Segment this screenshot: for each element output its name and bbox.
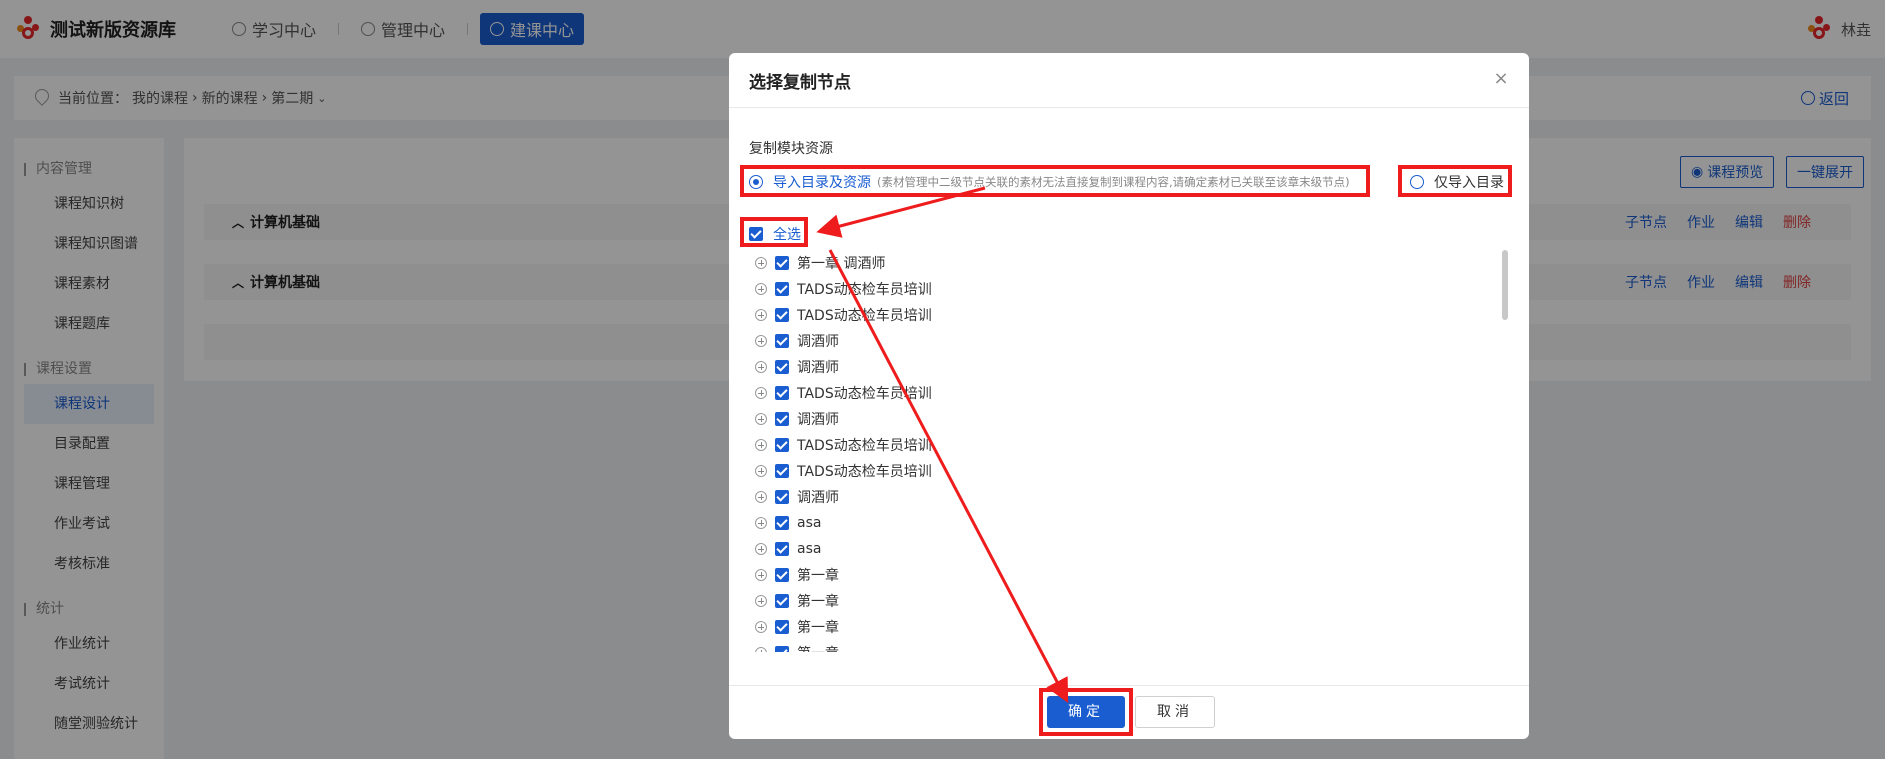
expand-circle-icon[interactable] xyxy=(755,413,767,425)
annotation-highlight-box xyxy=(740,217,808,247)
expand-circle-icon[interactable] xyxy=(755,361,767,373)
tree-node-label: asa xyxy=(797,541,822,557)
copy-node-dialog: 选择复制节点 × 复制模块资源 导入目录及资源 (素材管理中二级节点关联的素材无… xyxy=(729,53,1529,739)
tree-node[interactable]: 第一章 xyxy=(755,588,1495,614)
tree-node-label: 调酒师 xyxy=(797,334,839,350)
checkbox-checked[interactable] xyxy=(775,568,789,582)
tree-node-label: 调酒师 xyxy=(797,412,839,428)
checkbox-checked[interactable] xyxy=(775,360,789,374)
tree-scrollbar[interactable] xyxy=(1502,250,1508,320)
copy-module-resources-label: 复制模块资源 xyxy=(749,141,833,157)
expand-circle-icon[interactable] xyxy=(755,491,767,503)
checkbox-checked[interactable] xyxy=(775,464,789,478)
tree-node[interactable]: 第一章 xyxy=(755,562,1495,588)
expand-circle-icon[interactable] xyxy=(755,439,767,451)
tree-node[interactable]: 调酒师 xyxy=(755,354,1495,380)
checkbox-checked[interactable] xyxy=(775,542,789,556)
expand-circle-icon[interactable] xyxy=(755,621,767,633)
tree-node[interactable]: asa xyxy=(755,536,1495,562)
close-icon[interactable]: × xyxy=(1491,69,1511,89)
tree-node[interactable]: TADS动态检车员培训 xyxy=(755,432,1495,458)
tree-node[interactable]: TADS动态检车员培训 xyxy=(755,380,1495,406)
tree-node-label: TADS动态检车员培训 xyxy=(797,386,932,402)
expand-circle-icon[interactable] xyxy=(755,543,767,555)
expand-circle-icon[interactable] xyxy=(755,309,767,321)
checkbox-checked[interactable] xyxy=(775,308,789,322)
expand-circle-icon[interactable] xyxy=(755,387,767,399)
dialog-footer: 确定 取消 xyxy=(729,685,1529,739)
tree-node-label: 第一章 xyxy=(797,594,839,610)
dialog-title: 选择复制节点 xyxy=(749,72,851,93)
node-tree[interactable]: 第一章 调酒师 TADS动态检车员培训 TADS动态检车员培训 调酒师 调酒师 … xyxy=(755,250,1495,652)
tree-node-label: TADS动态检车员培训 xyxy=(797,464,932,480)
tree-node-label: 第一章 xyxy=(797,568,839,584)
tree-node[interactable]: 第一章 xyxy=(755,640,1495,652)
tree-node[interactable]: 调酒师 xyxy=(755,484,1495,510)
tree-node[interactable]: TADS动态检车员培训 xyxy=(755,302,1495,328)
checkbox-checked[interactable] xyxy=(775,256,789,270)
annotation-highlight-box xyxy=(1398,165,1512,197)
tree-node[interactable]: 第一章 xyxy=(755,614,1495,640)
expand-circle-icon[interactable] xyxy=(755,517,767,529)
expand-circle-icon[interactable] xyxy=(755,335,767,347)
tree-node[interactable]: TADS动态检车员培训 xyxy=(755,276,1495,302)
expand-circle-icon[interactable] xyxy=(755,647,767,652)
tree-node[interactable]: 第一章 调酒师 xyxy=(755,250,1495,276)
tree-node[interactable]: asa xyxy=(755,510,1495,536)
cancel-button[interactable]: 取消 xyxy=(1135,696,1215,728)
tree-node-label: TADS动态检车员培训 xyxy=(797,308,932,324)
checkbox-checked[interactable] xyxy=(775,334,789,348)
tree-node-label: 第一章 xyxy=(797,643,839,652)
tree-node-label: TADS动态检车员培训 xyxy=(797,282,932,298)
tree-node-label: 第一章 调酒师 xyxy=(797,256,886,272)
checkbox-checked[interactable] xyxy=(775,594,789,608)
dialog-header: 选择复制节点 xyxy=(729,53,1529,108)
annotation-highlight-box xyxy=(1039,688,1133,736)
checkbox-checked[interactable] xyxy=(775,282,789,296)
tree-node-label: 调酒师 xyxy=(797,490,839,506)
expand-circle-icon[interactable] xyxy=(755,569,767,581)
expand-circle-icon[interactable] xyxy=(755,257,767,269)
annotation-highlight-box xyxy=(740,165,1370,197)
tree-node-label: asa xyxy=(797,515,822,531)
checkbox-checked[interactable] xyxy=(775,412,789,426)
checkbox-checked[interactable] xyxy=(775,516,789,530)
expand-circle-icon[interactable] xyxy=(755,283,767,295)
tree-node-label: 调酒师 xyxy=(797,360,839,376)
expand-circle-icon[interactable] xyxy=(755,595,767,607)
tree-node[interactable]: 调酒师 xyxy=(755,406,1495,432)
tree-node-label: TADS动态检车员培训 xyxy=(797,438,932,454)
tree-node-label: 第一章 xyxy=(797,620,839,636)
tree-node[interactable]: TADS动态检车员培训 xyxy=(755,458,1495,484)
checkbox-checked[interactable] xyxy=(775,620,789,634)
tree-node[interactable]: 调酒师 xyxy=(755,328,1495,354)
checkbox-checked[interactable] xyxy=(775,386,789,400)
checkbox-checked[interactable] xyxy=(775,490,789,504)
expand-circle-icon[interactable] xyxy=(755,465,767,477)
checkbox-checked[interactable] xyxy=(775,438,789,452)
checkbox-checked[interactable] xyxy=(775,646,789,652)
